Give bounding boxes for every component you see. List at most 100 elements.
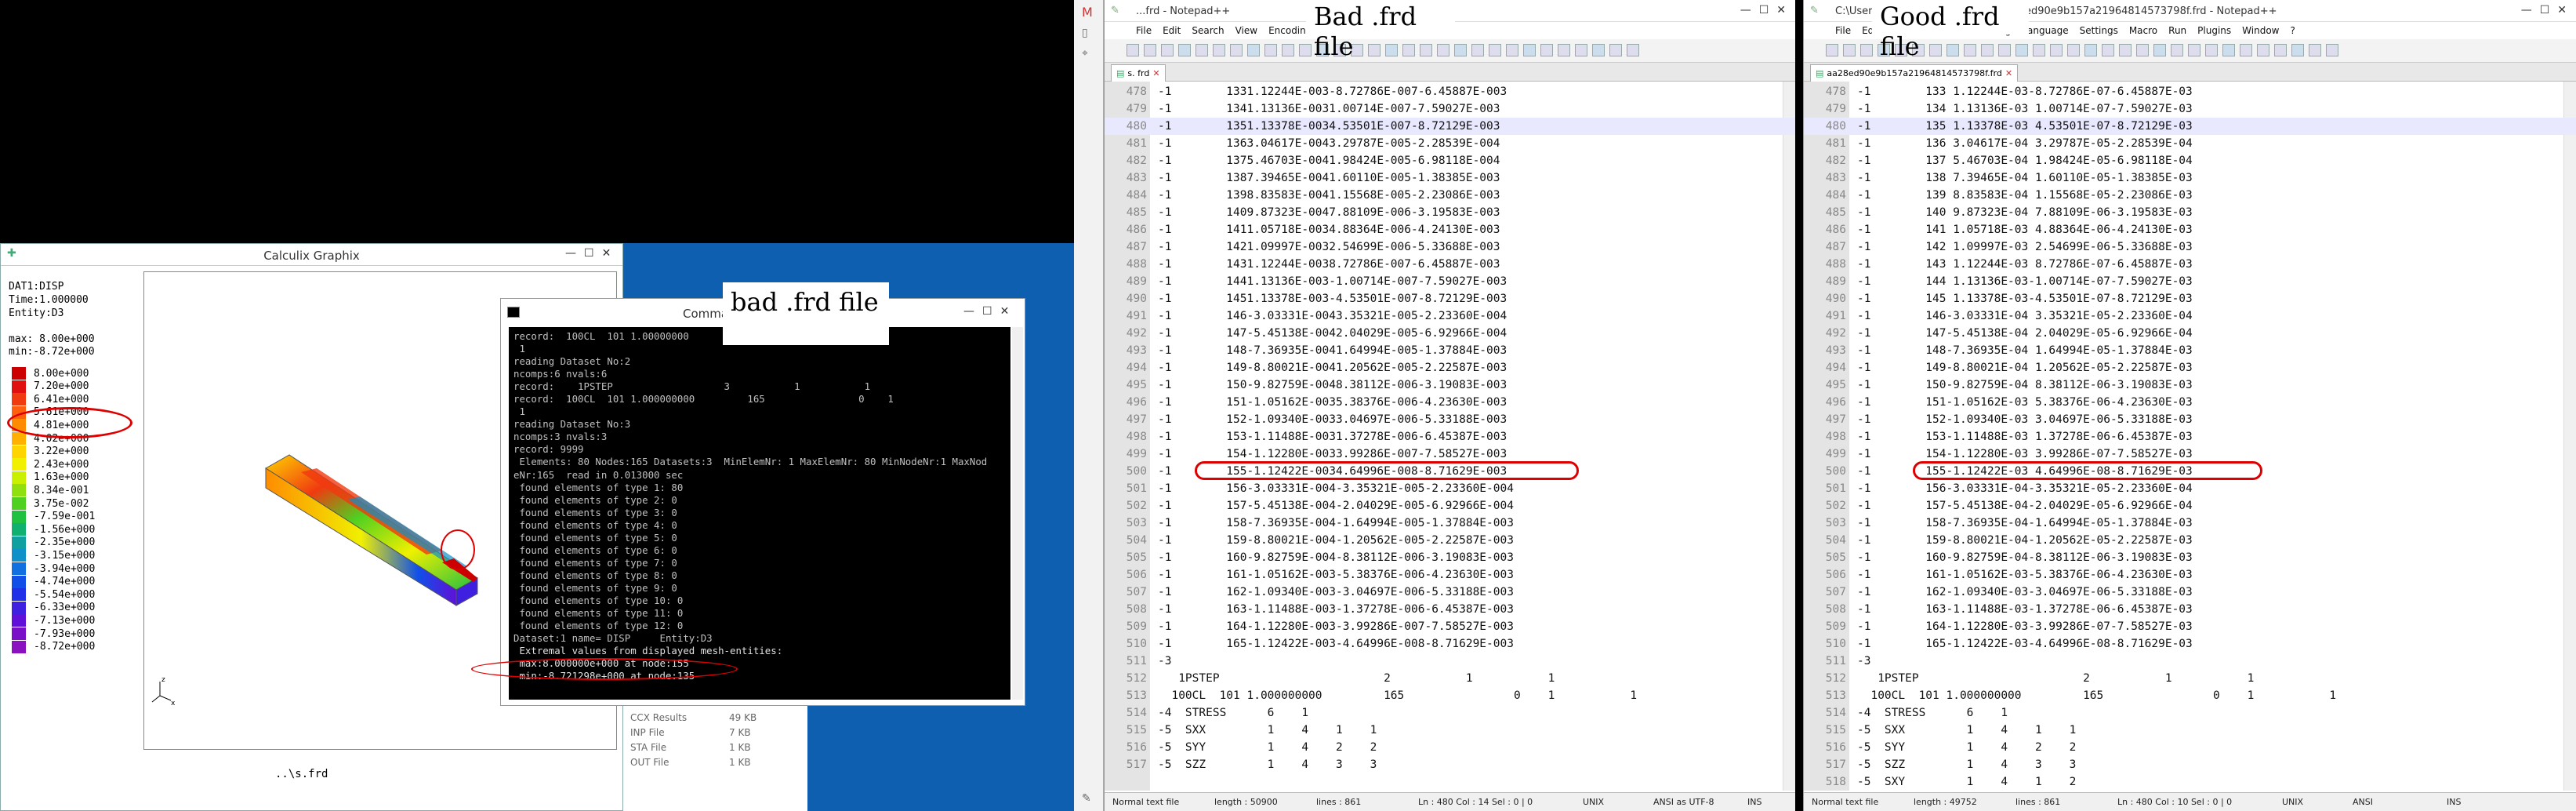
maximize-icon[interactable]: ☐ [2540, 4, 2550, 16]
pin-icon[interactable]: ⌖ [1082, 47, 1088, 60]
close-icon[interactable]: ✕ [1152, 68, 1159, 78]
menu-item[interactable]: Plugins [2197, 25, 2231, 36]
toolbar-button-icon[interactable] [1575, 44, 1587, 56]
np-editor[interactable]: 478 -1 1331.12244E-003-8.72786E-007-6.458… [1105, 82, 1795, 791]
toolbar-button-icon[interactable] [1144, 44, 1156, 56]
toolbar-button-icon[interactable] [2188, 44, 2200, 56]
menu-item[interactable]: File [1136, 25, 1152, 36]
toolbar-button-icon[interactable] [1161, 44, 1174, 56]
command-window[interactable]: Comma — ☐ ✕ record: 100CL 101 1.00000000… [471, 298, 1025, 706]
toolbar-button-icon[interactable] [1385, 44, 1398, 56]
menu-item[interactable]: Window [2242, 25, 2279, 36]
toolbar-button-icon[interactable] [1964, 44, 1976, 56]
calculix-titlebar[interactable]: ✚ Calculix Graphix — ☐ ✕ [1, 244, 622, 266]
toolbar-button-icon[interactable] [1860, 44, 1873, 56]
toolbar-button-icon[interactable] [1247, 44, 1260, 56]
maximize-icon[interactable]: ☐ [584, 247, 594, 260]
np-toolbar [1105, 39, 1795, 63]
notepad-bad-window[interactable]: ✎ ...frd - Notepad++ — ☐ ✕ File Edit Search View… [1104, 0, 1795, 811]
toolbar-button-icon[interactable] [1127, 44, 1139, 56]
explorer-row[interactable]: INP File 7 KB [630, 727, 803, 738]
toolbar-button-icon[interactable] [1506, 44, 1518, 56]
toolbar-button-icon[interactable] [1558, 44, 1570, 56]
toolbar-button-icon[interactable] [1213, 44, 1225, 56]
explorer-row[interactable]: CCX Results 49 KB [630, 712, 803, 723]
toolbar-button-icon[interactable] [2309, 44, 2321, 56]
toolbar-button-icon[interactable] [1592, 44, 1605, 56]
toolbar-button-icon[interactable] [2171, 44, 2183, 56]
toolbar-button-icon[interactable] [1299, 44, 1312, 56]
close-icon[interactable]: ✕ [1000, 305, 1010, 318]
toolbar-button-icon[interactable] [1523, 44, 1536, 56]
toolbar-button-icon[interactable] [2067, 44, 2080, 56]
menu-item[interactable]: Edit [1163, 25, 1181, 36]
menu-item[interactable]: File [1835, 25, 1851, 36]
menu-item[interactable]: Macro [2129, 25, 2157, 36]
mail-icon[interactable]: M [1082, 5, 1093, 20]
toolbar-button-icon[interactable] [1843, 44, 1856, 56]
np-tab[interactable]: ▤ s. frd ✕ [1111, 64, 1166, 82]
toolbar-button-icon[interactable] [1981, 44, 1994, 56]
toolbar-button-icon[interactable] [1282, 44, 1294, 56]
edit-icon[interactable]: ✎ [1082, 792, 1091, 805]
toolbar-button-icon[interactable] [1402, 44, 1415, 56]
text-line: 517 -5 SZZ 1 4 3 3 [1105, 756, 1795, 773]
toolbar-button-icon[interactable] [2153, 44, 2166, 56]
toolbar-button-icon[interactable] [1489, 44, 1501, 56]
toolbar-button-icon[interactable] [1437, 44, 1449, 56]
menu-item[interactable]: Language [2022, 25, 2068, 36]
toolbar-button-icon[interactable] [1609, 44, 1622, 56]
toolbar-button-icon[interactable] [1826, 44, 1838, 56]
toolbar-button-icon[interactable] [1947, 44, 1959, 56]
toolbar-button-icon[interactable] [2050, 44, 2063, 56]
menu-item[interactable]: ? [2290, 25, 2295, 36]
toolbar-button-icon[interactable] [2033, 44, 2045, 56]
toolbar-button-icon[interactable] [2084, 44, 2097, 56]
toolbar-button-icon[interactable] [2257, 44, 2269, 56]
menu-item[interactable]: Search [1192, 25, 1224, 36]
toolbar-button-icon[interactable] [1929, 44, 1942, 56]
np-editor[interactable]: 478 -1 133 1.12244E-03-8.72786E-07-6.4588… [1804, 82, 2576, 791]
toolbar-button-icon[interactable] [1195, 44, 1208, 56]
notepad-good-window[interactable]: ✎ C:\Users\...ance812729475\Ccx\aa28ed90e… [1803, 0, 2576, 811]
maximize-icon[interactable]: ☐ [982, 305, 992, 318]
toolbar-button-icon[interactable] [2274, 44, 2287, 56]
toolbar-button-icon[interactable] [2291, 44, 2304, 56]
toolbar-button-icon[interactable] [1471, 44, 1484, 56]
file-icon[interactable]: ▯ [1082, 27, 1088, 39]
toolbar-button-icon[interactable] [1420, 44, 1432, 56]
toolbar-button-icon[interactable] [2240, 44, 2252, 56]
toolbar-button-icon[interactable] [2136, 44, 2149, 56]
minimize-icon[interactable]: — [1740, 4, 1751, 16]
toolbar-button-icon[interactable] [2205, 44, 2218, 56]
np-tab[interactable]: ▤ aa28ed90e9b157a21964814573798f.frd ✕ [1810, 64, 2019, 82]
explorer-row[interactable]: STA File 1 KB [630, 742, 803, 753]
minimize-icon[interactable]: — [963, 305, 974, 318]
toolbar-button-icon[interactable] [1454, 44, 1467, 56]
minimize-icon[interactable]: — [565, 247, 576, 260]
menu-item[interactable]: Settings [2080, 25, 2118, 36]
toolbar-button-icon[interactable] [1627, 44, 1639, 56]
close-icon[interactable]: ✕ [2005, 68, 2012, 78]
close-icon[interactable]: ✕ [2557, 4, 2567, 16]
toolbar-button-icon[interactable] [1230, 44, 1243, 56]
toolbar-button-icon[interactable] [2326, 44, 2338, 56]
close-icon[interactable]: ✕ [602, 247, 611, 260]
toolbar-button-icon[interactable] [2119, 44, 2132, 56]
toolbar-button-icon[interactable] [1368, 44, 1381, 56]
toolbar-button-icon[interactable] [2015, 44, 2028, 56]
menu-item[interactable]: View [1235, 25, 1257, 36]
explorer-row[interactable]: OUT File 1 KB [630, 757, 803, 768]
toolbar-button-icon[interactable] [2102, 44, 2114, 56]
toolbar-button-icon[interactable] [2222, 44, 2235, 56]
menu-item[interactable]: Run [2168, 25, 2186, 36]
toolbar-button-icon[interactable] [1264, 44, 1277, 56]
maximize-icon[interactable]: ☐ [1759, 4, 1769, 16]
legend-swatch [12, 380, 26, 393]
toolbar-button-icon[interactable] [1540, 44, 1553, 56]
minimize-icon[interactable]: — [2521, 4, 2532, 16]
toolbar-button-icon[interactable] [1178, 44, 1191, 56]
cmd-scrollbar[interactable] [1012, 327, 1023, 700]
close-icon[interactable]: ✕ [1776, 4, 1786, 16]
toolbar-button-icon[interactable] [1998, 44, 2011, 56]
